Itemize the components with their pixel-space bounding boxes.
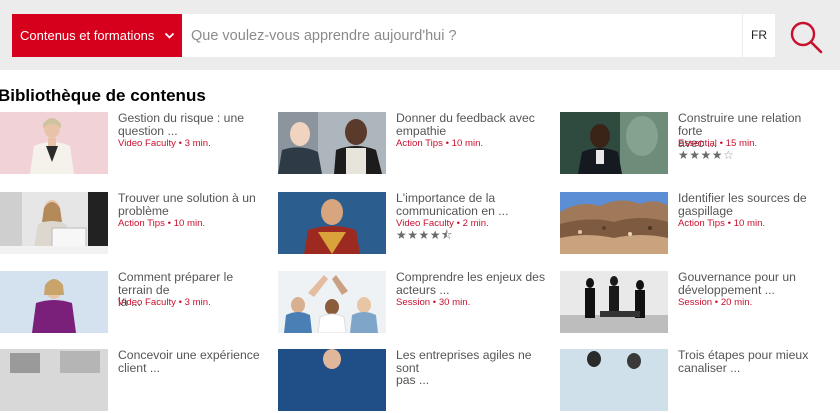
content-card[interactable]: Trois étapes pour mieux canaliser ... — [560, 349, 830, 413]
card-thumbnail — [278, 112, 386, 174]
card-title: Gestion du risque : une question ... — [118, 111, 245, 138]
card-meta: Action Tips • 10 min. — [396, 138, 484, 149]
search-icon[interactable] — [788, 19, 824, 55]
card-title: Identifier les sources de gaspillage — [678, 191, 807, 218]
category-dropdown-button[interactable]: Contenus et formations — [12, 14, 182, 57]
content-card[interactable]: Les entreprises agiles ne sont pas ... — [278, 349, 548, 413]
card-thumbnail — [0, 271, 108, 333]
card-title: Comprendre les enjeux des acteurs ... — [396, 270, 546, 297]
category-button-label: Contenus et formations — [20, 28, 155, 43]
card-title: Les entreprises agiles ne sont pas ... — [396, 348, 532, 387]
card-thumbnail — [560, 192, 668, 254]
card-thumbnail — [560, 112, 668, 174]
card-title: Donner du feedback avec empathie — [396, 111, 535, 138]
content-card[interactable]: Gouvernance pour un développement ... Ses… — [560, 271, 830, 335]
language-selector[interactable]: FR — [743, 14, 775, 57]
search-box — [182, 14, 742, 57]
card-meta: Video Faculty • 3 min. — [118, 138, 211, 149]
card-thumbnail — [278, 349, 386, 411]
card-title: Trouver une solution à un problème — [118, 191, 256, 218]
card-thumbnail — [560, 271, 668, 333]
search-input[interactable] — [182, 14, 742, 57]
section-title: Bibliothèque de contenus — [0, 86, 206, 105]
card-meta: Video Faculty • 3 min. — [118, 297, 211, 308]
chevron-down-icon — [164, 32, 175, 39]
card-thumbnail — [0, 349, 108, 411]
star-rating: ★★★★☆ — [678, 148, 735, 162]
card-title: Gouvernance pour un développement ... — [678, 270, 796, 297]
content-card[interactable]: Donner du feedback avec empathie Action T… — [278, 112, 548, 176]
card-thumbnail — [0, 192, 108, 254]
star-rating: ★★★★⯪ — [396, 228, 453, 242]
card-title: Concevoir une expérience client ... — [118, 348, 260, 375]
card-title: L'importance de la communication en ... — [396, 191, 509, 218]
card-meta: Session • 30 min. — [396, 297, 471, 308]
card-meta: Session • 20 min. — [678, 297, 753, 308]
content-card[interactable]: L'importance de la communication en ... V… — [278, 192, 548, 256]
content-card[interactable]: Concevoir une expérience client ... — [0, 349, 270, 413]
content-card[interactable]: Gestion du risque : une question ... Vide… — [0, 112, 270, 176]
card-meta: Action Tips • 10 min. — [678, 218, 766, 229]
content-card[interactable]: Comment préparer le terrain de la ... Vid… — [0, 271, 270, 335]
content-card[interactable]: Identifier les sources de gaspillage Acti… — [560, 192, 830, 256]
card-title: Trois étapes pour mieux canaliser ... — [678, 348, 809, 375]
content-card[interactable]: Construire une relation forte avec ... Es… — [560, 112, 830, 176]
content-card[interactable]: Comprendre les enjeux des acteurs ... Ses… — [278, 271, 548, 335]
card-thumbnail — [278, 271, 386, 333]
card-thumbnail — [560, 349, 668, 411]
card-thumbnail — [0, 112, 108, 174]
card-thumbnail — [278, 192, 386, 254]
top-bar: Contenus et formations FR — [0, 0, 840, 70]
content-card[interactable]: Trouver une solution à un problème Action… — [0, 192, 270, 256]
card-meta: Action Tips • 10 min. — [118, 218, 206, 229]
